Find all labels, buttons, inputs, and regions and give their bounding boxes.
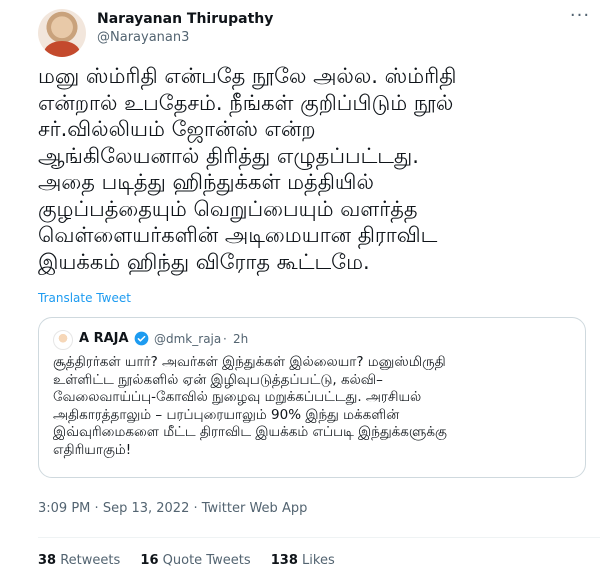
tweet-text: மனு ஸ்ம்ரிதி என்பதே நூலே அல்ல. ஸ்ம்ரிதி … (38, 64, 457, 274)
quote-tweets-stat[interactable]: 16 Quote Tweets (140, 553, 250, 568)
meta-separator-2: · (193, 501, 198, 516)
author-name[interactable]: Narayanan Thirupathy (97, 11, 273, 27)
tweet-time[interactable]: 3:09 PM (38, 501, 90, 516)
more-icon[interactable]: ··· (568, 7, 592, 28)
quoted-tweet-card[interactable]: A RAJA @dmk_raja · 2h சூத்திரர்கள் யார்?… (38, 317, 586, 478)
verified-icon (134, 331, 149, 346)
tweet-source[interactable]: Twitter Web App (202, 501, 308, 516)
tweet-stats: 38 Retweets 16 Quote Tweets 138 Likes (38, 553, 351, 568)
translate-tweet-link[interactable]: Translate Tweet (38, 291, 131, 305)
author-handle[interactable]: @Narayanan3 (97, 30, 189, 45)
author-avatar[interactable] (38, 9, 86, 57)
quoted-author-avatar (53, 330, 73, 350)
quoted-author-handle: @dmk_raja (154, 332, 222, 346)
quoted-tweet-text: சூத்திரர்கள் யார்? அவர்கள் இந்துக்கள் இல… (53, 354, 447, 458)
retweets-stat[interactable]: 38 Retweets (38, 553, 120, 568)
meta-separator: · (94, 501, 99, 516)
likes-stat[interactable]: 138 Likes (271, 553, 335, 568)
divider (38, 537, 600, 538)
quoted-time: 2h (233, 332, 249, 346)
tweet-date[interactable]: Sep 13, 2022 (103, 501, 190, 516)
tweet-meta: 3:09 PM · Sep 13, 2022 · Twitter Web App (38, 501, 307, 516)
quoted-author-name: A RAJA (79, 331, 129, 346)
quoted-separator: · (223, 332, 227, 346)
